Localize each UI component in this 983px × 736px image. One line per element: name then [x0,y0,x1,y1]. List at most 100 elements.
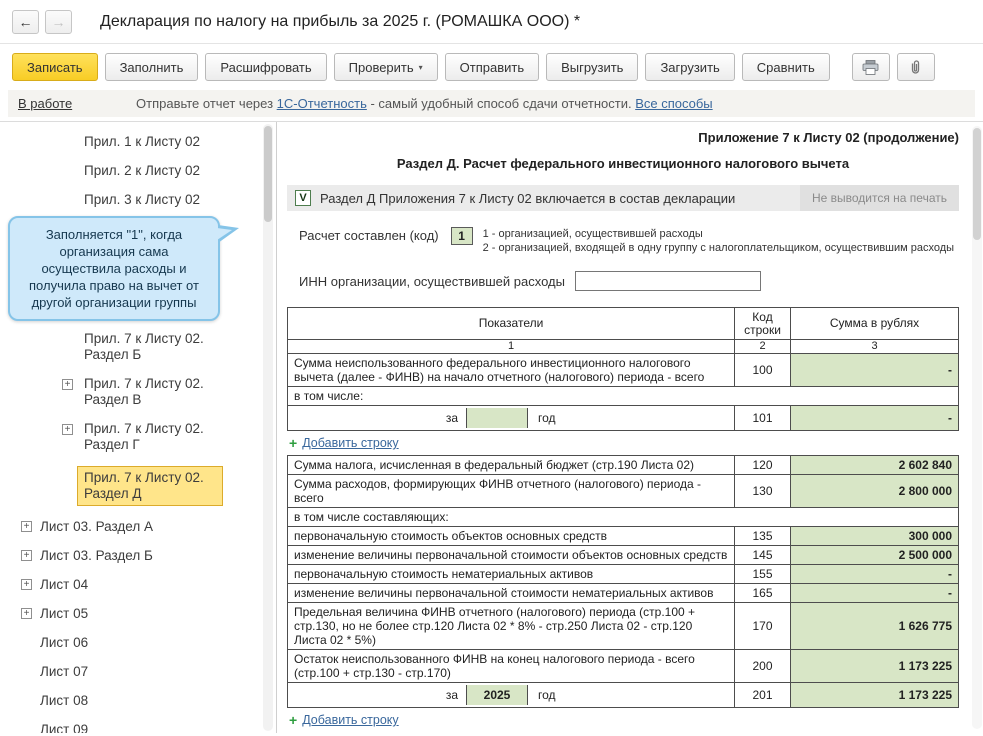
row-value-field[interactable]: 1 173 225 [790,682,959,708]
load-button[interactable]: Загрузить [645,53,735,81]
sidebar-scrollbar[interactable] [263,124,273,731]
row-value-field[interactable]: - [790,405,959,431]
unload-button-label: Выгрузить [561,59,624,75]
row-value-field[interactable]: 2 500 000 [790,545,959,565]
row-label: Сумма расходов, формирующих ФИНВ отчетно… [287,474,735,508]
sidebar-item-label: Прил. 7 к Листу 02. Раздел Д [77,466,223,506]
add-row-label: Добавить строку [302,436,399,450]
row-label: первоначальную стоимость нематериальных … [287,564,735,584]
sidebar-item-pril7-razdel-v[interactable]: + Прил. 7 к Листу 02. Раздел В [0,370,276,415]
row-value-field[interactable]: 2 800 000 [790,474,959,508]
row-value-field[interactable]: - [790,583,959,603]
all-ways-link[interactable]: Все способы [635,96,712,111]
sidebar-item-list04[interactable]: + Лист 04 [0,571,276,600]
calc-code-row: Расчет составлен (код) 1 1 - организацие… [287,227,959,255]
expand-icon[interactable]: + [62,379,73,390]
col-header-indicators: Показатели [287,307,735,340]
row-value-field[interactable]: - [790,353,959,387]
sidebar-item-label: Лист 08 [40,693,89,708]
row-label: Сумма неиспользованного федерального инв… [287,353,735,387]
main-scrollbar[interactable] [972,126,982,729]
compare-button[interactable]: Сравнить [741,53,830,81]
table-row-135: первоначальную стоимость объектов основн… [287,526,959,546]
table-row-145: изменение величины первоначальной стоимо… [287,545,959,565]
year-input-field[interactable] [466,408,528,428]
row-value-field[interactable]: 300 000 [790,526,959,546]
row-label: Остаток неиспользованного ФИНВ на конец … [287,649,735,683]
year-row: за год [294,408,728,428]
year-row-cell: за год [287,405,735,431]
sidebar-scrollbar-thumb[interactable] [264,126,272,222]
calc-code-hint-2: 2 - организацией, входящей в одну группу… [482,242,955,254]
sidebar-item-pril7-razdel-g[interactable]: + Прил. 7 к Листу 02. Раздел Г [0,415,276,460]
add-row-link[interactable]: + Добавить строку [289,713,960,727]
sidebar-item-list09[interactable]: Лист 09 [0,716,276,733]
add-row-link[interactable]: + Добавить строку [289,436,960,450]
app-window: ← → Декларация по налогу на прибыль за 2… [0,0,983,736]
row-label: Сумма налога, исчисленная в федеральный … [287,455,735,475]
table-row-101: за год 101 - [287,405,959,431]
sidebar-item-list06[interactable]: Лист 06 [0,629,276,658]
main-scrollbar-thumb[interactable] [973,128,981,240]
attach-button[interactable] [896,53,935,81]
load-button-label: Загрузить [660,59,720,75]
print-icon [862,59,879,75]
calc-code-hints: 1 - организацией, осуществившей расходы … [483,227,954,255]
forward-button[interactable]: → [45,9,72,34]
row-value-field[interactable]: 1 626 775 [790,602,959,650]
fill-button[interactable]: Заполнить [104,53,199,81]
forward-icon: → [51,13,66,30]
year-input-field[interactable]: 2025 [466,685,528,705]
row-value-field[interactable]: - [790,564,959,584]
print-button[interactable] [851,53,890,81]
sidebar-item-list08[interactable]: Лист 08 [0,687,276,716]
group-label: в том числе: [287,386,959,406]
expand-icon[interactable]: + [21,550,32,561]
row-value-field[interactable]: 2 602 840 [790,455,959,475]
sidebar-item-pril2-list02[interactable]: Прил. 2 к Листу 02 [0,157,276,186]
table-header-row: Показатели Код строки Сумма в рублях [287,307,959,340]
inn-field[interactable] [574,271,761,291]
row-value-field[interactable]: 1 173 225 [790,649,959,683]
row-code: 201 [734,682,791,708]
row-code: 101 [734,405,791,431]
sidebar-item-pril7-razdel-d-selected[interactable]: Прил. 7 к Листу 02. Раздел Д [0,460,276,513]
explain-button[interactable]: Расшифровать [205,53,327,81]
table-row-120: Сумма налога, исчисленная в федеральный … [287,455,959,475]
chevron-down-icon: ▾ [418,62,423,72]
sidebar-item-list05[interactable]: + Лист 05 [0,600,276,629]
status-state-link[interactable]: В работе [18,96,106,111]
back-button[interactable]: ← [12,9,39,34]
row-code: 170 [734,602,791,650]
row-label: Предельная величина ФИНВ отчетного (нало… [287,602,735,650]
unload-button[interactable]: Выгрузить [546,53,639,81]
sidebar-item-label: Лист 03. Раздел Б [40,548,153,563]
fill-button-label: Заполнить [119,59,184,75]
expand-icon[interactable]: + [21,521,32,532]
expand-icon[interactable]: + [62,424,73,435]
row-code: 200 [734,649,791,683]
service-1c-reporting-link[interactable]: 1С-Отчетность [277,96,367,111]
expand-icon[interactable]: + [21,608,32,619]
check-button[interactable]: Проверить ▾ [333,53,438,81]
status-bar: В работе Отправьте отчет через 1С-Отчетн… [8,90,975,117]
include-checkbox[interactable]: V [295,190,311,206]
sidebar-item-pril7-razdel-b[interactable]: Прил. 7 к Листу 02. Раздел Б [0,325,276,370]
sidebar-item-pril3-list02[interactable]: Прил. 3 к Листу 02 [0,186,276,215]
expand-icon[interactable]: + [21,579,32,590]
send-button[interactable]: Отправить [444,53,540,81]
row-code: 100 [734,353,791,387]
send-button-label: Отправить [459,59,525,75]
row-label: изменение величины первоначальной стоимо… [287,545,735,565]
sidebar-item-label: Прил. 7 к Листу 02. Раздел Г [84,421,204,452]
save-button[interactable]: Записать [12,53,98,81]
include-checkbox-label: Раздел Д Приложения 7 к Листу 02 включае… [320,190,736,206]
save-button-label: Записать [27,59,83,75]
row-code: 135 [734,526,791,546]
calc-code-field[interactable]: 1 [450,227,473,245]
sidebar-item-pril1-list02[interactable]: Прил. 1 к Листу 02 [0,128,276,157]
sidebar-item-list03-razdel-a[interactable]: + Лист 03. Раздел А [0,513,276,542]
sidebar-item-list07[interactable]: Лист 07 [0,658,276,687]
row-code: 165 [734,583,791,603]
sidebar-item-list03-razdel-b[interactable]: + Лист 03. Раздел Б [0,542,276,571]
